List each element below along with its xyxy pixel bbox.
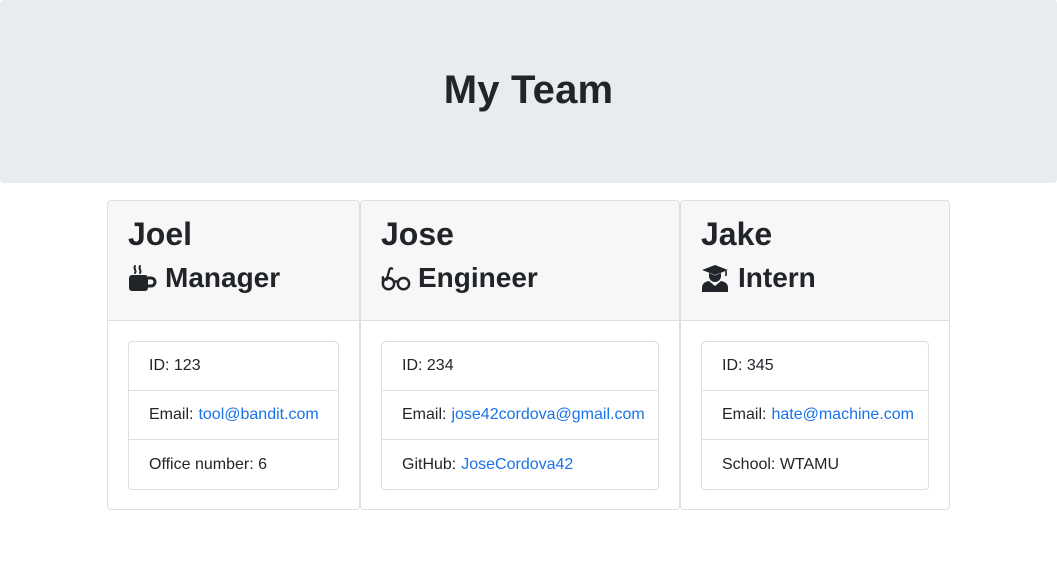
email-label: Email: bbox=[149, 406, 194, 423]
school-item: School: WTAMU bbox=[722, 455, 840, 473]
card-header: Joel Manager bbox=[108, 201, 359, 321]
card-header: Jake Intern bbox=[681, 201, 949, 321]
employee-name: Joel bbox=[128, 216, 193, 252]
employee-role: Manager bbox=[128, 261, 339, 295]
role-label: Manager bbox=[165, 262, 281, 293]
info-list: ID: 123 Email: tool@bandit.com Office nu… bbox=[128, 341, 339, 490]
email-link[interactable]: jose42cordova@gmail.com bbox=[451, 406, 644, 424]
id-item: ID: 345 bbox=[702, 342, 928, 391]
employee-card-engineer: Jose Engineer ID: 234 Email: jose42cordo… bbox=[360, 200, 680, 510]
email-label: Email: bbox=[722, 406, 767, 423]
role-label: Engineer bbox=[418, 262, 538, 293]
email-item: Email: tool@bandit.com bbox=[129, 391, 338, 440]
info-list: ID: 345 Email: hate@machine.com School: … bbox=[701, 341, 929, 490]
card-header: Jose Engineer bbox=[361, 201, 679, 321]
card-body: ID: 345 Email: hate@machine.com School: … bbox=[681, 321, 949, 509]
graduate-icon bbox=[701, 263, 731, 293]
github-item: GitHub: JoseCordova42 bbox=[382, 440, 658, 489]
employee-role: Intern bbox=[701, 261, 929, 295]
id-item: ID: 123 bbox=[129, 342, 338, 391]
id-item: ID: 234 bbox=[382, 342, 658, 391]
github-link[interactable]: JoseCordova42 bbox=[461, 456, 573, 474]
email-label: Email: bbox=[402, 406, 447, 423]
employee-name: Jose bbox=[381, 216, 454, 252]
card-body: ID: 234 Email: jose42cordova@gmail.com G… bbox=[361, 321, 679, 509]
email-item: Email: jose42cordova@gmail.com bbox=[382, 391, 658, 440]
employee-card-manager: Joel Manager ID: 123 Email: tool@bandit.… bbox=[107, 200, 360, 510]
email-link[interactable]: tool@bandit.com bbox=[198, 406, 318, 424]
employee-name: Jake bbox=[701, 216, 773, 252]
email-link[interactable]: hate@machine.com bbox=[771, 406, 914, 424]
employee-role: Engineer bbox=[381, 261, 659, 295]
coffee-icon bbox=[128, 263, 158, 293]
role-label: Intern bbox=[738, 262, 816, 293]
github-label: GitHub: bbox=[402, 455, 457, 473]
email-item: Email: hate@machine.com bbox=[702, 391, 928, 440]
employee-card-intern: Jake Intern ID: 345 Email: hate@machine.… bbox=[680, 200, 950, 510]
header-jumbotron: My Team bbox=[0, 0, 1057, 183]
card-body: ID: 123 Email: tool@bandit.com Office nu… bbox=[108, 321, 359, 509]
glasses-icon bbox=[381, 263, 411, 293]
office-number-item: Office number: 6 bbox=[149, 455, 267, 473]
info-list: ID: 234 Email: jose42cordova@gmail.com G… bbox=[381, 341, 659, 490]
page-title: My Team bbox=[443, 68, 614, 112]
